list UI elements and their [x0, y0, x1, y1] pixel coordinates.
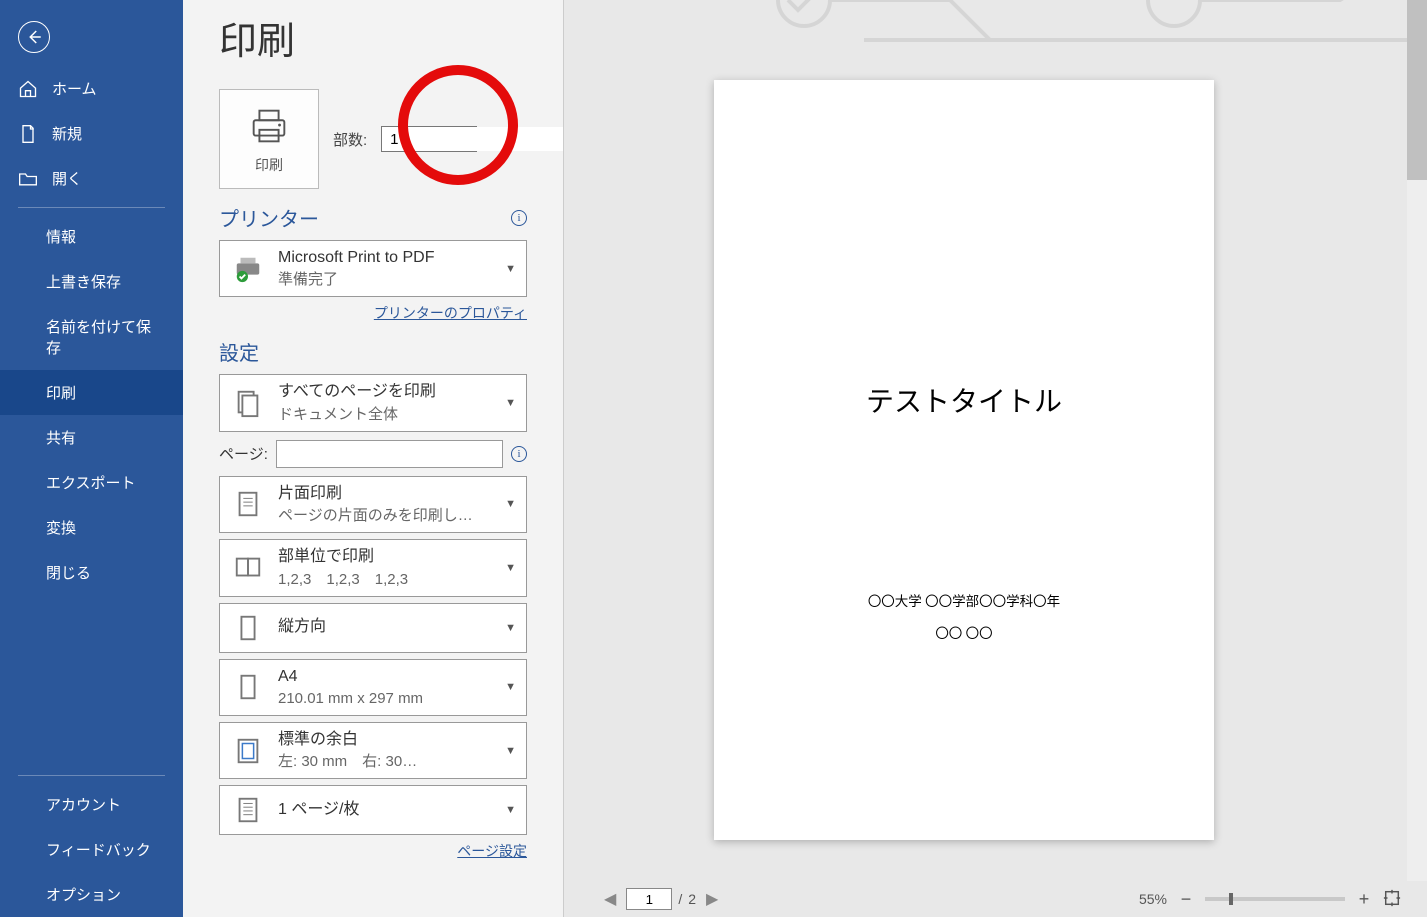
- nav-print[interactable]: 印刷: [0, 370, 183, 415]
- fit-to-page-button[interactable]: [1383, 889, 1401, 910]
- zoom-slider[interactable]: [1205, 897, 1345, 901]
- next-page-button[interactable]: ▶: [702, 889, 722, 909]
- print-range-dropdown[interactable]: すべてのページを印刷 ドキュメント全体 ▼: [219, 374, 527, 431]
- collate-dropdown[interactable]: 部単位で印刷 1,2,3 1,2,3 1,2,3 ▼: [219, 539, 527, 596]
- print-settings-pane: 印刷 印刷 部数: ▲ ▼ プリンター i Micro: [183, 0, 563, 917]
- doc-title: テストタイトル: [714, 380, 1214, 420]
- doc-line1: 〇〇大学 〇〇学部〇〇学科〇年: [714, 590, 1214, 610]
- printer-heading: プリンター i: [219, 203, 527, 232]
- zoom-knob[interactable]: [1229, 893, 1233, 905]
- chevron-down-icon: ▼: [505, 804, 520, 816]
- print-button-label: 印刷: [255, 155, 283, 175]
- page-setup-link[interactable]: ページ設定: [219, 841, 527, 861]
- zoom-percent: 55%: [1139, 891, 1167, 907]
- folder-open-icon: [18, 169, 38, 189]
- printer-name: Microsoft Print to PDF: [278, 247, 493, 269]
- nav-close[interactable]: 閉じる: [0, 550, 183, 595]
- chevron-down-icon: ▼: [505, 745, 520, 757]
- pages-per-sheet-dropdown[interactable]: 1 ページ/枚 ▼: [219, 785, 527, 835]
- zoom-out-button[interactable]: −: [1177, 890, 1195, 908]
- prev-page-button[interactable]: ◀: [600, 889, 620, 909]
- pages-info-icon[interactable]: i: [511, 446, 527, 462]
- paper-dropdown[interactable]: A4 210.01 mm x 297 mm ▼: [219, 659, 527, 716]
- doc-line2: 〇〇 〇〇: [714, 622, 1214, 642]
- print-preview-pane: テストタイトル 〇〇大学 〇〇学部〇〇学科〇年 〇〇 〇〇 ◀ / 2 ▶ 55…: [563, 0, 1427, 917]
- pages-label: ページ:: [219, 443, 268, 464]
- nav-separator-lower: [18, 775, 165, 776]
- copies-spinner[interactable]: ▲ ▼: [381, 126, 477, 152]
- page-single-icon: [230, 486, 266, 522]
- preview-page: テストタイトル 〇〇大学 〇〇学部〇〇学科〇年 〇〇 〇〇: [714, 80, 1214, 840]
- chevron-down-icon: ▼: [505, 397, 520, 409]
- printer-icon: [246, 103, 292, 149]
- nav-save[interactable]: 上書き保存: [0, 259, 183, 304]
- printer-status-icon: [230, 251, 266, 287]
- nav-open-label: 開く: [52, 168, 82, 189]
- page-title: 印刷: [219, 10, 527, 65]
- printer-dropdown[interactable]: Microsoft Print to PDF 準備完了 ▼: [219, 240, 527, 297]
- copies-input[interactable]: [382, 127, 563, 151]
- nav-home-label: ホーム: [52, 78, 97, 99]
- nav-saveas[interactable]: 名前を付けて保存: [0, 304, 183, 370]
- total-pages: 2: [688, 891, 696, 907]
- current-page-input[interactable]: [626, 888, 672, 910]
- chevron-down-icon: ▼: [505, 681, 520, 693]
- printer-properties-link[interactable]: プリンターのプロパティ: [219, 303, 527, 323]
- printer-status: 準備完了: [278, 269, 493, 290]
- nav-transform[interactable]: 変換: [0, 505, 183, 550]
- duplex-dropdown[interactable]: 片面印刷 ページの片面のみを印刷し… ▼: [219, 476, 527, 533]
- nav-feedback[interactable]: フィードバック: [0, 827, 183, 872]
- nav-new[interactable]: 新規: [0, 111, 183, 156]
- nav-new-label: 新規: [52, 123, 82, 144]
- zoom-in-button[interactable]: +: [1355, 890, 1373, 908]
- nav-info[interactable]: 情報: [0, 214, 183, 259]
- nav-options[interactable]: オプション: [0, 872, 183, 917]
- nav-share[interactable]: 共有: [0, 415, 183, 460]
- nav-account[interactable]: アカウント: [0, 782, 183, 827]
- nav-separator: [18, 207, 165, 208]
- page-separator: /: [678, 891, 682, 907]
- backstage-nav: ホーム 新規 開く 情報 上書き保存 名前を付けて保存 印刷 共有 エクスポート…: [0, 0, 183, 917]
- margins-icon: [230, 733, 266, 769]
- chevron-down-icon: ▼: [505, 562, 520, 574]
- preview-statusbar: ◀ / 2 ▶ 55% − +: [564, 881, 1407, 917]
- chevron-down-icon: ▼: [505, 263, 520, 275]
- portrait-icon: [230, 610, 266, 646]
- pages-icon: [230, 385, 266, 421]
- collate-icon: [230, 550, 266, 586]
- chevron-down-icon: ▼: [505, 498, 520, 510]
- new-doc-icon: [18, 124, 38, 144]
- printer-info-icon[interactable]: i: [511, 210, 527, 226]
- pages-input[interactable]: [276, 440, 503, 468]
- nav-home[interactable]: ホーム: [0, 66, 183, 111]
- scrollbar-thumb[interactable]: [1407, 0, 1427, 180]
- settings-heading: 設定: [219, 337, 527, 366]
- one-page-icon: [230, 792, 266, 828]
- nav-export[interactable]: エクスポート: [0, 460, 183, 505]
- home-icon: [18, 79, 38, 99]
- preview-scrollbar[interactable]: [1407, 0, 1427, 881]
- back-button[interactable]: [18, 21, 50, 53]
- orientation-dropdown[interactable]: 縦方向 ▼: [219, 603, 527, 653]
- arrow-left-icon: [25, 28, 43, 46]
- chevron-down-icon: ▼: [505, 622, 520, 634]
- print-button[interactable]: 印刷: [219, 89, 319, 189]
- nav-open[interactable]: 開く: [0, 156, 183, 201]
- copies-label: 部数:: [333, 129, 367, 150]
- paper-icon: [230, 669, 266, 705]
- margins-dropdown[interactable]: 標準の余白 左: 30 mm 右: 30… ▼: [219, 722, 527, 779]
